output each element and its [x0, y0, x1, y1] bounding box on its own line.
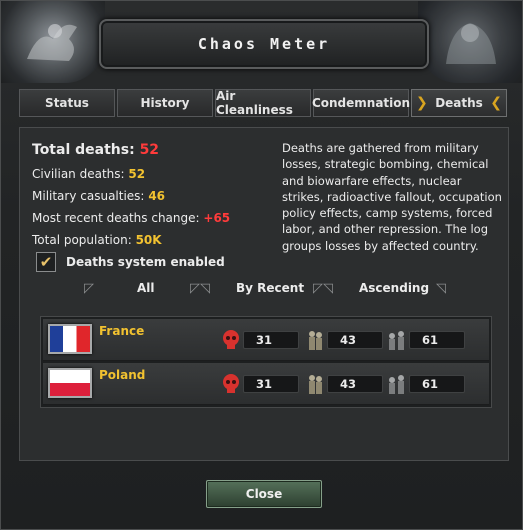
military-casualties-line: Military casualties: 46	[32, 189, 277, 203]
stats-block: Total deaths: 52 Civilian deaths: 52 Mil…	[32, 142, 277, 272]
chaos-meter-window: Chaos Meter Status History Air Cleanline…	[0, 0, 523, 530]
tab-bar: Status History Air Cleanliness Condemnat…	[19, 89, 509, 117]
close-button[interactable]: Close	[206, 480, 322, 508]
population-line: Total population: 50K	[32, 233, 277, 247]
military-count: 43	[327, 375, 383, 393]
country-name: France	[99, 324, 145, 338]
next-direction-icon[interactable]: ◹	[436, 281, 446, 296]
deaths-system-label: Deaths system enabled	[66, 255, 225, 269]
tab-label: Condemnation	[311, 96, 411, 110]
population-value: 50K	[135, 233, 162, 247]
horseman-emblem-icon	[27, 24, 77, 61]
total-deaths-line: Total deaths: 52	[32, 142, 277, 158]
tab-label: Air Cleanliness	[216, 89, 293, 117]
order-right-icon[interactable]: ◸◹	[313, 281, 333, 296]
france-flag	[48, 324, 92, 354]
civilian-deaths-label: Civilian deaths:	[32, 167, 125, 181]
population-label: Total population:	[32, 233, 132, 247]
tab-label: Deaths	[435, 96, 483, 110]
zombie-emblem-icon	[446, 23, 496, 64]
window-title: Chaos Meter	[197, 35, 331, 53]
civilians-icon	[389, 375, 404, 394]
country-list: France 31 43 61 Poland 31 43 61	[40, 316, 492, 408]
tab-history[interactable]: History	[117, 89, 213, 117]
close-button-label: Close	[245, 487, 283, 501]
checkmark-icon: ✔	[39, 253, 53, 271]
corner-art-right	[418, 1, 522, 83]
deaths-description: Deaths are gathered from military losses…	[282, 141, 502, 253]
military-casualties-label: Military casualties:	[32, 189, 145, 203]
filter-all-button[interactable]: All	[137, 281, 155, 295]
recent-change-label: Most recent deaths change:	[32, 211, 200, 225]
sort-direction-button[interactable]: Ascending	[359, 281, 429, 295]
recent-change-line: Most recent deaths change: +65	[32, 211, 277, 225]
tab-status[interactable]: Status	[19, 89, 115, 117]
title-bar: Chaos Meter	[99, 19, 429, 69]
soldiers-icon	[309, 331, 322, 350]
tab-condemnation[interactable]: Condemnation	[311, 89, 411, 117]
recent-change-value: +65	[203, 211, 231, 225]
country-row-france[interactable]: France 31 43 61	[43, 319, 489, 361]
deaths-system-toggle-row: ✔ Deaths system enabled	[36, 252, 277, 272]
tab-label: History	[140, 96, 190, 110]
civilian-deaths-value: 52	[128, 167, 146, 181]
deaths-count: 31	[243, 375, 299, 393]
country-name: Poland	[99, 368, 146, 382]
country-row-poland[interactable]: Poland 31 43 61	[43, 363, 489, 405]
tab-air-cleanliness[interactable]: Air Cleanliness	[215, 89, 311, 117]
sort-bar: ◸ All ◸◹ By Recent ◸◹ Ascending ◹	[80, 281, 460, 297]
skull-icon	[223, 374, 239, 393]
deaths-panel: Total deaths: 52 Civilian deaths: 52 Mil…	[19, 127, 509, 461]
civilians-icon	[389, 331, 404, 350]
deaths-count: 31	[243, 331, 299, 349]
deaths-system-checkbox[interactable]: ✔	[36, 252, 56, 272]
civilian-count: 61	[409, 331, 465, 349]
total-deaths-label: Total deaths:	[32, 142, 135, 158]
sort-by-recent-button[interactable]: By Recent	[236, 281, 304, 295]
corner-art-left	[1, 1, 105, 83]
tab-deaths[interactable]: ❯ Deaths ❮	[411, 89, 507, 117]
tab-label: Status	[45, 96, 89, 110]
civilian-deaths-line: Civilian deaths: 52	[32, 167, 277, 181]
military-casualties-value: 46	[148, 189, 166, 203]
soldiers-icon	[309, 375, 322, 394]
prev-filter-icon[interactable]: ◸	[84, 281, 94, 296]
chevron-left-icon: ❮	[490, 95, 502, 111]
order-left-icon[interactable]: ◸◹	[190, 281, 210, 296]
military-count: 43	[327, 331, 383, 349]
chevron-right-icon: ❯	[416, 95, 428, 111]
civilian-count: 61	[409, 375, 465, 393]
skull-icon	[223, 330, 239, 349]
total-deaths-value: 52	[139, 142, 160, 158]
poland-flag	[48, 368, 92, 398]
